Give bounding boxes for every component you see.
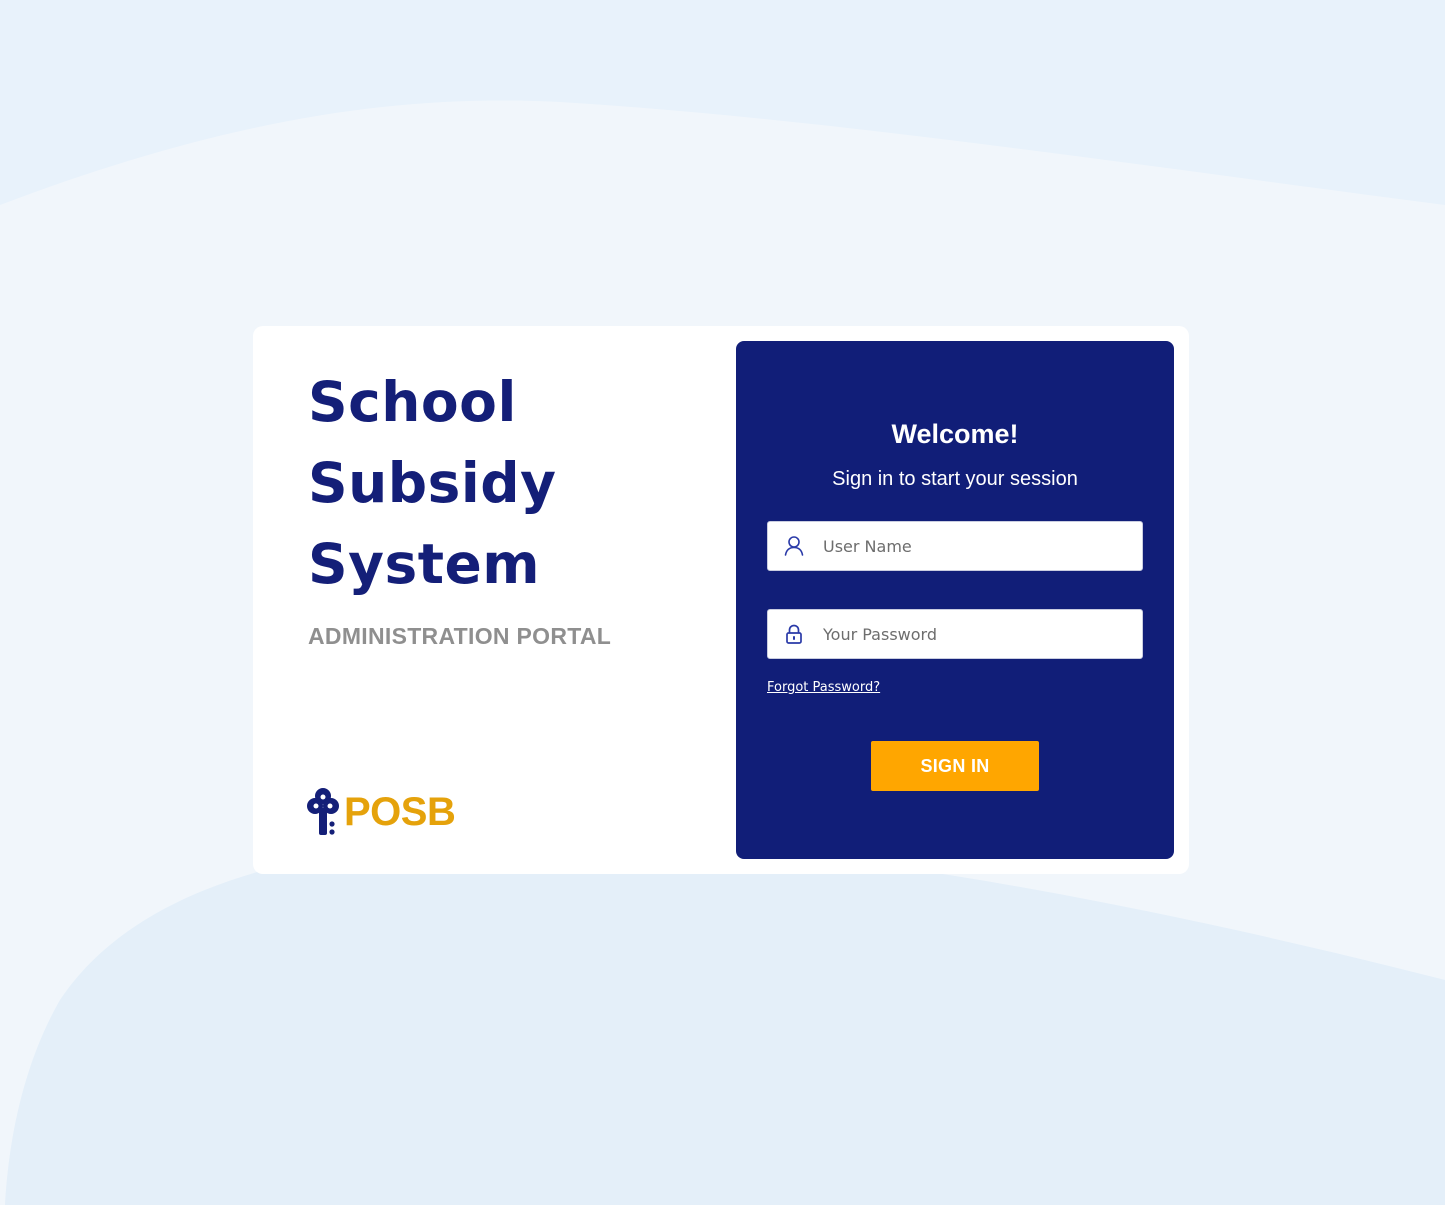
password-input[interactable] (823, 610, 1133, 658)
app-title-line-2: Subsidy (308, 451, 557, 515)
session-subheading: Sign in to start your session (832, 468, 1078, 490)
app-title-line-1: School (308, 370, 517, 434)
lock-icon (786, 624, 802, 644)
welcome-heading: Welcome! (891, 419, 1019, 449)
username-field (767, 521, 1143, 571)
login-card: School Subsidy System ADMINISTRATION POR… (253, 326, 1189, 874)
forgot-password-link[interactable]: Forgot Password? (767, 680, 880, 695)
signin-panel: Welcome! Sign in to start your session F… (736, 341, 1174, 859)
key-icon (307, 788, 339, 835)
password-field (767, 609, 1143, 659)
sign-in-button[interactable]: SIGN IN (871, 741, 1039, 791)
posb-logo: POSB (306, 786, 456, 838)
username-input[interactable] (823, 522, 1133, 570)
login-page: School Subsidy System ADMINISTRATION POR… (0, 0, 1445, 1205)
posb-logo-text: POSB (344, 790, 456, 834)
brand-panel: School Subsidy System ADMINISTRATION POR… (308, 362, 708, 650)
portal-subtitle: ADMINISTRATION PORTAL (308, 623, 612, 649)
app-title-line-3: System (308, 532, 541, 596)
user-icon (784, 536, 804, 556)
